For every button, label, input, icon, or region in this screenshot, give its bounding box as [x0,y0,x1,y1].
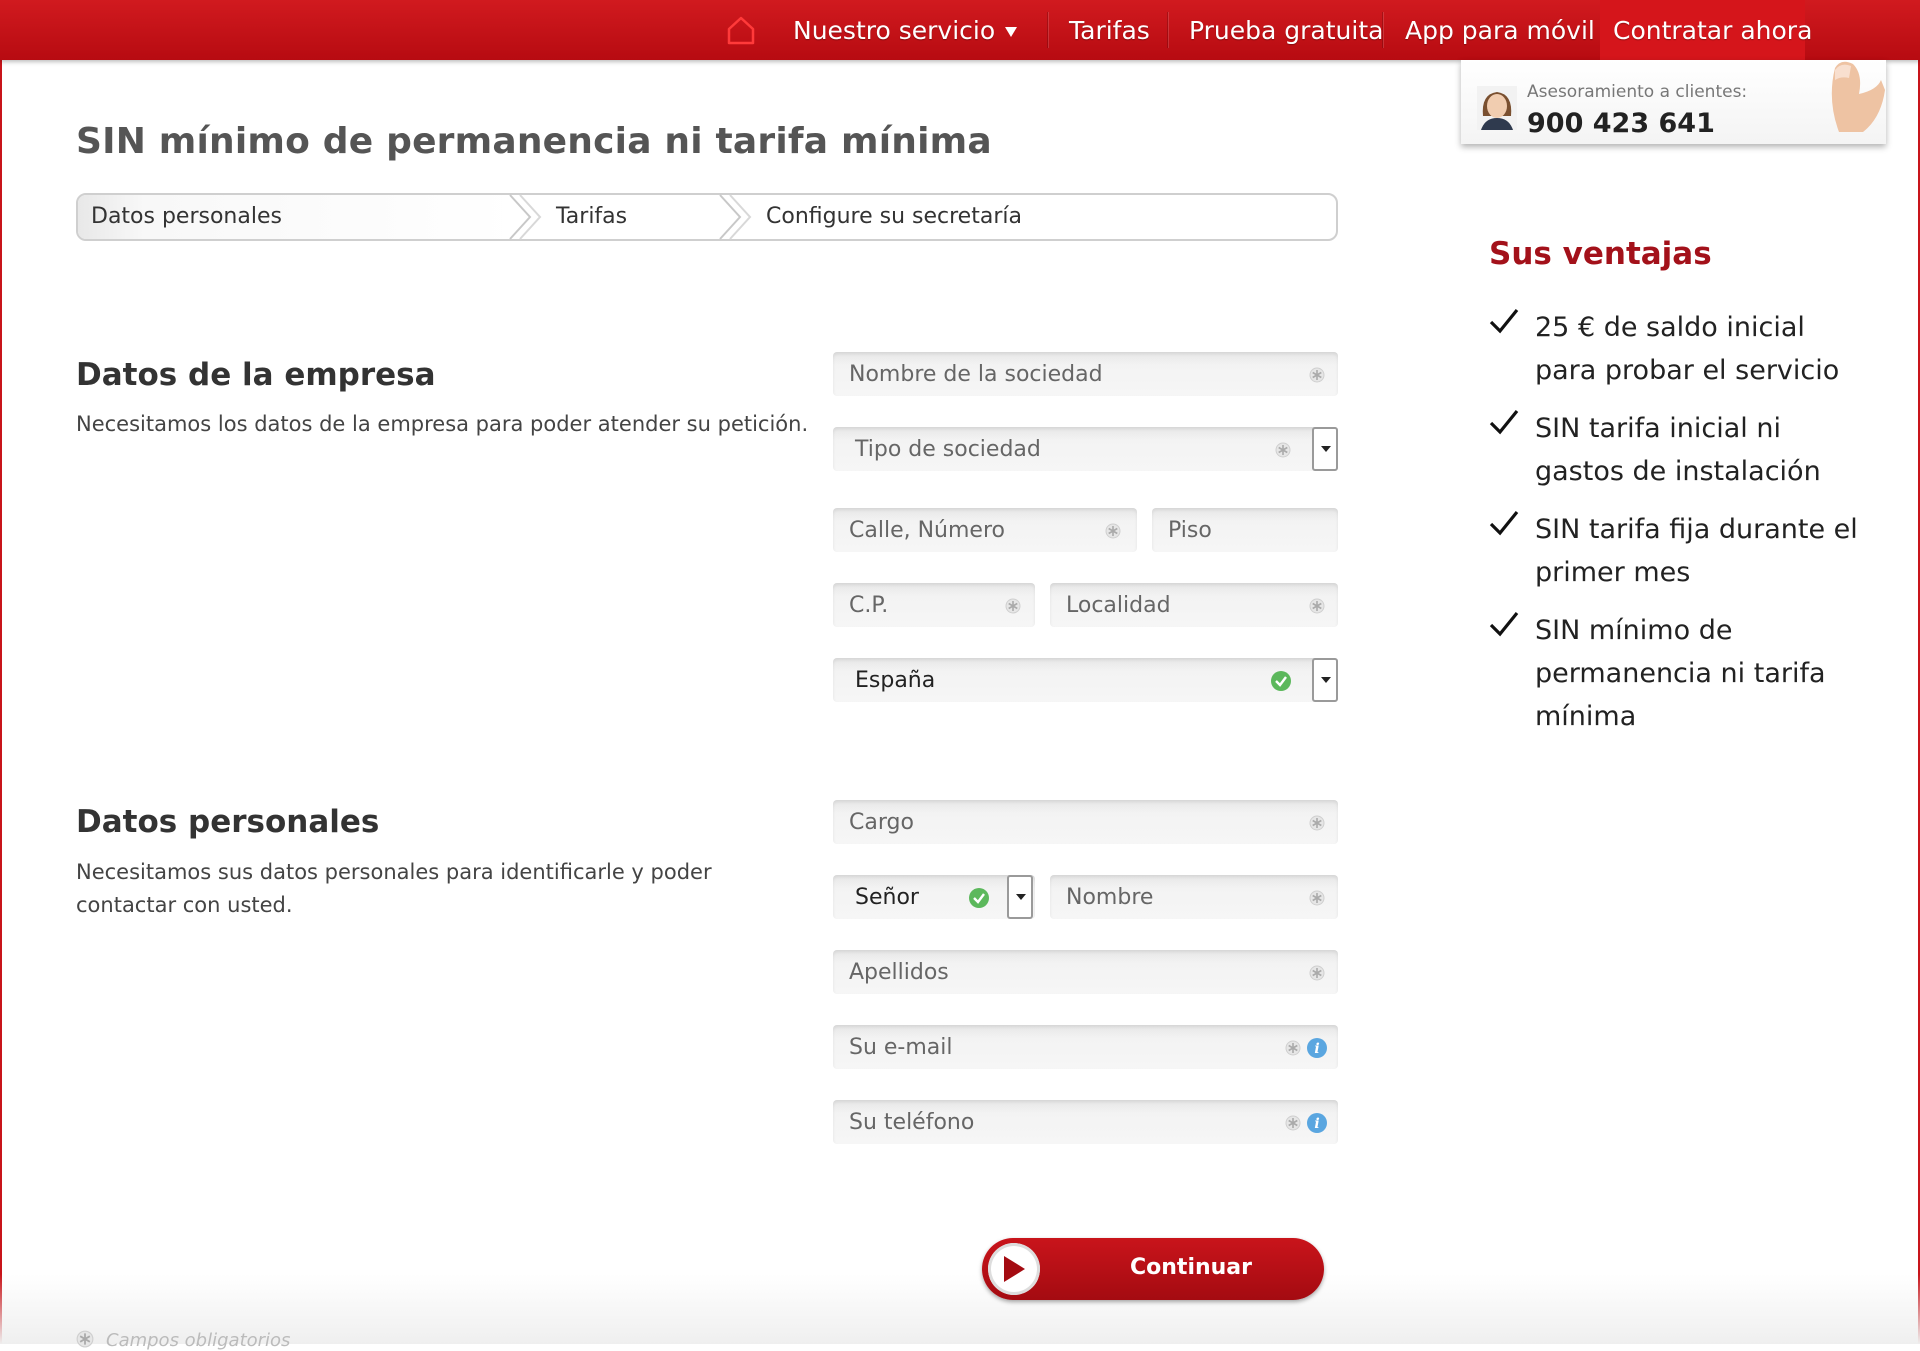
required-asterisk-icon [1285,1115,1301,1131]
thumb-icon [1831,61,1885,132]
info-icon[interactable]: i [1307,1113,1327,1133]
step-divider-arrow [719,194,752,240]
last-name-placeholder: Apellidos [849,960,949,985]
salutation-select[interactable]: Señor [833,875,1035,919]
chevron-down-icon[interactable] [1312,427,1338,471]
help-label: Asesoramiento a clientes: [1527,82,1748,102]
first-name-placeholder: Nombre [1066,885,1154,910]
nav-separator [1382,12,1383,48]
floor-placeholder: Piso [1168,518,1212,543]
chevron-down-icon[interactable] [1312,658,1338,702]
play-icon[interactable] [1004,1256,1025,1282]
required-asterisk-icon [1309,965,1325,981]
email-placeholder: Su e-mail [849,1035,953,1060]
required-asterisk-icon [1005,598,1021,614]
required-asterisk-icon [1309,367,1325,383]
postal-code-field[interactable]: C.P. [833,583,1035,627]
required-fields-note: Campos obligatorios [106,1330,291,1351]
advantages-title: Sus ventajas [1489,236,1712,272]
chevron-down-icon[interactable] [1007,875,1033,919]
city-placeholder: Localidad [1066,593,1171,618]
nav-item-app-movil[interactable]: App para móvil [1405,0,1595,60]
company-type-select[interactable]: Tipo de sociedad [833,427,1338,471]
help-phone-number[interactable]: 900 423 641 [1527,108,1715,139]
required-asterisk-icon [1309,815,1325,831]
advantage-item: SIN tarifa fija durante el primer mes [1535,514,1858,588]
advisor-avatar [1477,86,1517,130]
nav-item-tarifas[interactable]: Tarifas [1069,0,1150,60]
street-field[interactable]: Calle, Número [833,508,1137,552]
salutation-value: Señor [855,885,919,910]
required-asterisk-icon [1105,523,1121,539]
email-field[interactable]: Su e-mail i [833,1025,1338,1069]
first-name-field[interactable]: Nombre [1050,875,1338,919]
info-icon[interactable]: i [1307,1038,1327,1058]
position-placeholder: Cargo [849,810,914,835]
page-edge-left [0,0,2,1344]
checkmark-icon [1489,611,1519,637]
page-title: SIN mínimo de permanencia ni tarifa míni… [76,121,992,162]
city-field[interactable]: Localidad [1050,583,1338,627]
company-name-field[interactable]: Nombre de la sociedad [833,352,1338,396]
checkmark-icon [1489,510,1519,536]
required-asterisk-icon [1285,1040,1301,1056]
svg-text:i: i [1314,1116,1319,1132]
company-section-description: Necesitamos los datos de la empresa para… [76,412,809,436]
nav-item-prueba-gratuita[interactable]: Prueba gratuita [1189,0,1383,60]
phone-placeholder: Su teléfono [849,1110,975,1135]
floor-field[interactable]: Piso [1152,508,1338,552]
nav-item-contratar-ahora[interactable]: Contratar ahora [1613,0,1812,60]
advantage-item: SIN mínimo de permanencia ni tarifa míni… [1535,615,1826,732]
required-asterisk-icon [1275,442,1291,458]
required-asterisk-icon [76,1330,94,1348]
home-icon[interactable] [725,14,757,46]
country-select[interactable]: España [833,658,1338,702]
last-name-field[interactable]: Apellidos [833,950,1338,994]
checkmark-icon [1489,308,1519,334]
country-value: España [855,668,936,693]
required-asterisk-icon [1309,598,1325,614]
position-field[interactable]: Cargo [833,800,1338,844]
step-configure-secretaria[interactable]: Configure su secretaría [766,204,1022,229]
company-type-placeholder: Tipo de sociedad [855,437,1041,462]
phone-field[interactable]: Su teléfono i [833,1100,1338,1144]
company-section-title: Datos de la empresa [76,357,436,393]
postal-code-placeholder: C.P. [849,593,889,618]
checkmark-icon [1489,409,1519,435]
street-placeholder: Calle, Número [849,518,1005,543]
step-datos-personales[interactable]: Datos personales [91,204,282,229]
valid-check-icon [1271,671,1291,691]
svg-text:i: i [1314,1041,1319,1057]
chevron-down-icon[interactable] [1004,26,1018,38]
continue-button-label[interactable]: Continuar [1130,1255,1252,1280]
advantage-item: SIN tarifa inicial ni gastos de instalac… [1535,413,1821,487]
step-tarifas[interactable]: Tarifas [556,204,627,229]
nav-separator [1047,12,1048,48]
required-asterisk-icon [1309,890,1325,906]
nav-item-nuestro-servicio[interactable]: Nuestro servicio [793,0,995,60]
company-name-placeholder: Nombre de la sociedad [849,362,1103,387]
nav-separator [1167,12,1168,48]
personal-section-title: Datos personales [76,804,380,840]
step-divider-arrow [509,194,542,240]
advantage-item: 25 € de saldo inicial para probar el ser… [1535,312,1840,386]
personal-section-description: Necesitamos sus datos personales para id… [76,860,712,917]
valid-check-icon [969,888,989,908]
